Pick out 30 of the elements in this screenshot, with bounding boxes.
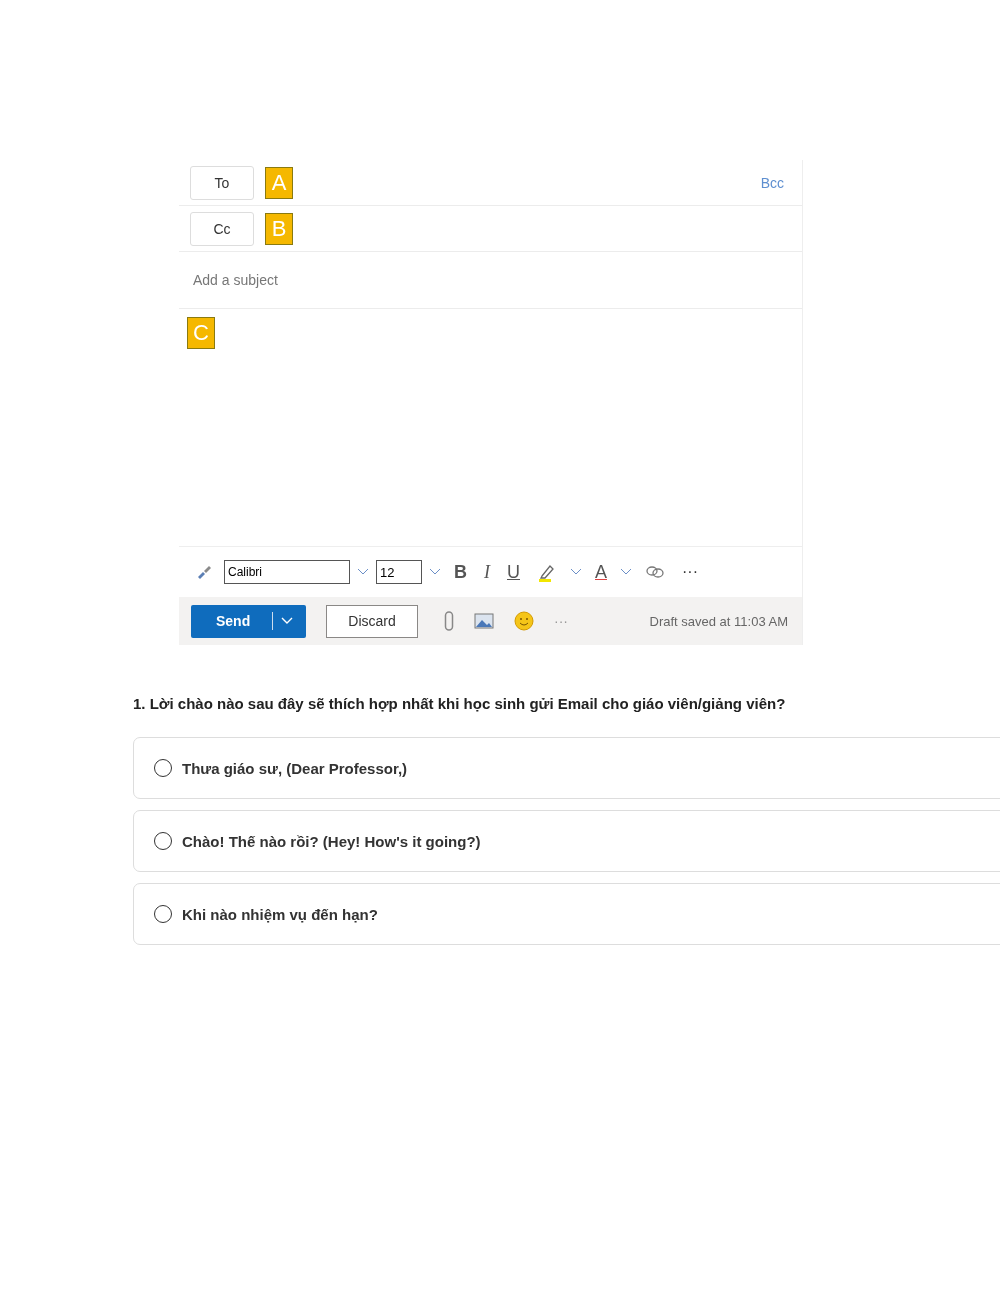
chevron-down-icon[interactable] [570,568,582,576]
smiley-icon[interactable] [514,611,534,631]
send-button[interactable]: Send [191,604,306,638]
font-field[interactable]: Calibri [224,560,350,584]
answer-marker: B [265,212,293,245]
chevron-down-icon[interactable] [429,568,441,576]
font-size-field[interactable]: 12 [376,560,422,584]
font-color-button[interactable]: A [589,561,613,583]
option-label: Chào! Thế nào rồi? (Hey! How's it going?) [182,832,481,850]
italic-button[interactable]: I [478,561,496,583]
link-icon[interactable] [645,565,665,579]
chevron-down-icon[interactable] [620,568,632,576]
option-label: Thưa giáo sư, (Dear Professor,) [182,759,408,777]
answer-option[interactable]: Thưa giáo sư, (Dear Professor,) [133,737,1000,799]
image-icon[interactable] [474,613,494,629]
discard-button[interactable]: Discard [326,604,418,638]
to-button[interactable]: To [190,165,254,200]
paperclip-icon[interactable] [444,611,454,631]
answer-option[interactable]: Khi nào nhiệm vụ đến hạn? [133,883,1000,945]
draft-status: Draft saved at 11:03 AM [649,613,788,629]
question-text: 1. Lời chào nào sau đây sẽ thích hợp nhất khi học sinh gửi Email cho giáo viên/giảng viên? [133,695,787,712]
underline-button[interactable]: U [501,561,526,583]
bold-button[interactable]: B [448,561,473,583]
more-button[interactable]: ··· [676,563,704,581]
cc-button[interactable]: Cc [190,211,254,246]
answer-option[interactable]: Chào! Thế nào rồi? (Hey! How's it going?) [133,810,1000,872]
option-label: Khi nào nhiệm vụ đến hạn? [182,905,378,923]
answer-marker: A [265,166,293,199]
chevron-down-icon[interactable] [357,568,369,576]
answer-marker: C [187,317,215,349]
